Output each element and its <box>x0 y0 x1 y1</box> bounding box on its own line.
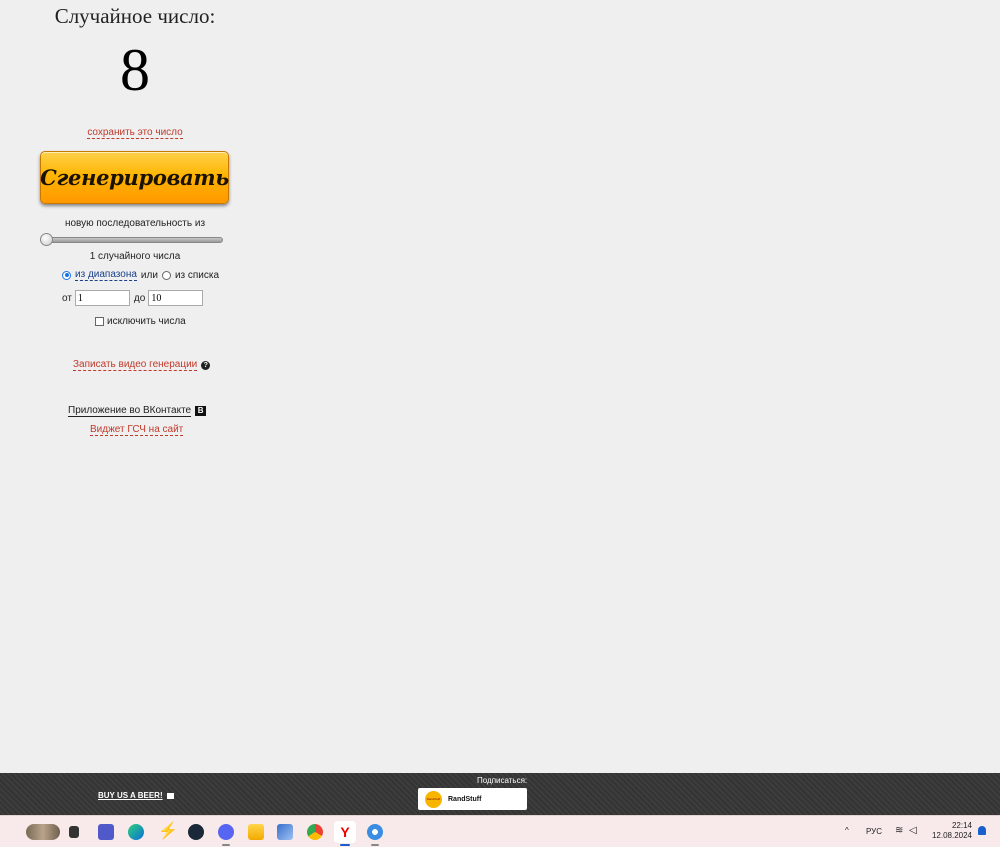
mode-selector: из диапазона или из списка <box>62 269 219 281</box>
clock[interactable]: 22:14 12.08.2024 <box>932 821 972 841</box>
language-indicator[interactable]: РУС <box>866 827 882 836</box>
save-number-link[interactable]: сохранить это число <box>87 127 183 139</box>
subscribe-card[interactable]: RandStuff RandStuff <box>418 788 527 810</box>
yandex-browser-icon[interactable]: Y <box>334 821 356 843</box>
to-input[interactable] <box>148 290 204 306</box>
task-view-icon[interactable] <box>69 826 79 838</box>
sequence-label: новую последовательность из <box>64 218 206 229</box>
tray-chevron-icon[interactable]: ^ <box>845 826 849 835</box>
exclude-label[interactable]: исключить числа <box>107 316 186 327</box>
save-number-container: сохранить это число <box>0 122 270 140</box>
teams-icon[interactable] <box>98 824 114 840</box>
video-row: Записать видео генерации ? <box>73 359 211 371</box>
chrome-icon[interactable] <box>307 824 323 840</box>
randstuff-logo-icon: RandStuff <box>425 790 442 808</box>
edge-icon[interactable] <box>128 824 144 840</box>
from-input[interactable] <box>74 290 130 306</box>
beer-link-text[interactable]: BUY US A BEER! <box>98 791 163 800</box>
exclude-checkbox[interactable] <box>95 317 104 326</box>
volume-icon[interactable]: ◁ <box>909 825 917 836</box>
range-mode-label[interactable]: из диапазона <box>75 269 137 281</box>
subscribe-name: RandStuff <box>448 795 482 803</box>
generate-button[interactable]: Сгенерировать <box>40 151 229 204</box>
from-label: от <box>62 292 72 304</box>
result-title: Случайное число: <box>54 4 216 28</box>
count-label: 1 случайного числа <box>89 251 181 262</box>
to-label: до <box>133 292 146 304</box>
widget-link[interactable]: Виджет ГСЧ на сайт <box>90 424 184 436</box>
clock-date: 12.08.2024 <box>931 831 972 840</box>
settings-gear-icon[interactable] <box>367 824 383 840</box>
discord-icon[interactable] <box>218 824 234 840</box>
range-radio[interactable] <box>62 270 71 280</box>
list-radio[interactable] <box>161 270 171 280</box>
help-icon[interactable]: ? <box>201 360 211 370</box>
subscribe-label: Подписаться: <box>477 776 528 785</box>
widget-link-container: Виджет ГСЧ на сайт <box>90 419 184 437</box>
result-number: 8 <box>120 37 150 103</box>
record-video-link[interactable]: Записать видео генерации <box>73 359 198 371</box>
clock-time: 22:14 <box>951 821 972 830</box>
taskbar: ⚡ Y ^ РУС ≋ ◁ 22:14 12.08.2024 <box>0 815 1000 847</box>
vk-icon[interactable]: В <box>195 406 207 416</box>
beer-icon <box>166 792 174 799</box>
list-mode-label[interactable]: из списка <box>175 270 219 281</box>
or-label: или <box>140 269 158 281</box>
vk-app-row: Приложение во ВКонтакте В <box>68 405 207 417</box>
range-inputs: от до <box>62 290 204 306</box>
wifi-icon[interactable]: ≋ <box>895 825 903 836</box>
site-footer: BUY US A BEER! Подписаться: RandStuff Ra… <box>0 773 1000 815</box>
vk-app-link[interactable]: Приложение во ВКонтакте <box>68 405 192 417</box>
count-slider-thumb[interactable] <box>40 233 53 246</box>
count-slider-track[interactable] <box>40 237 223 243</box>
notification-bell-icon[interactable] <box>978 826 986 835</box>
bolt-icon[interactable]: ⚡ <box>158 824 178 840</box>
widgets-icon[interactable] <box>26 824 60 840</box>
steam-icon[interactable] <box>188 824 204 840</box>
exclude-row: исключить числа <box>95 316 186 327</box>
file-explorer-icon[interactable] <box>248 824 264 840</box>
editor-icon[interactable] <box>277 824 293 840</box>
beer-link[interactable]: BUY US A BEER! <box>98 791 174 800</box>
